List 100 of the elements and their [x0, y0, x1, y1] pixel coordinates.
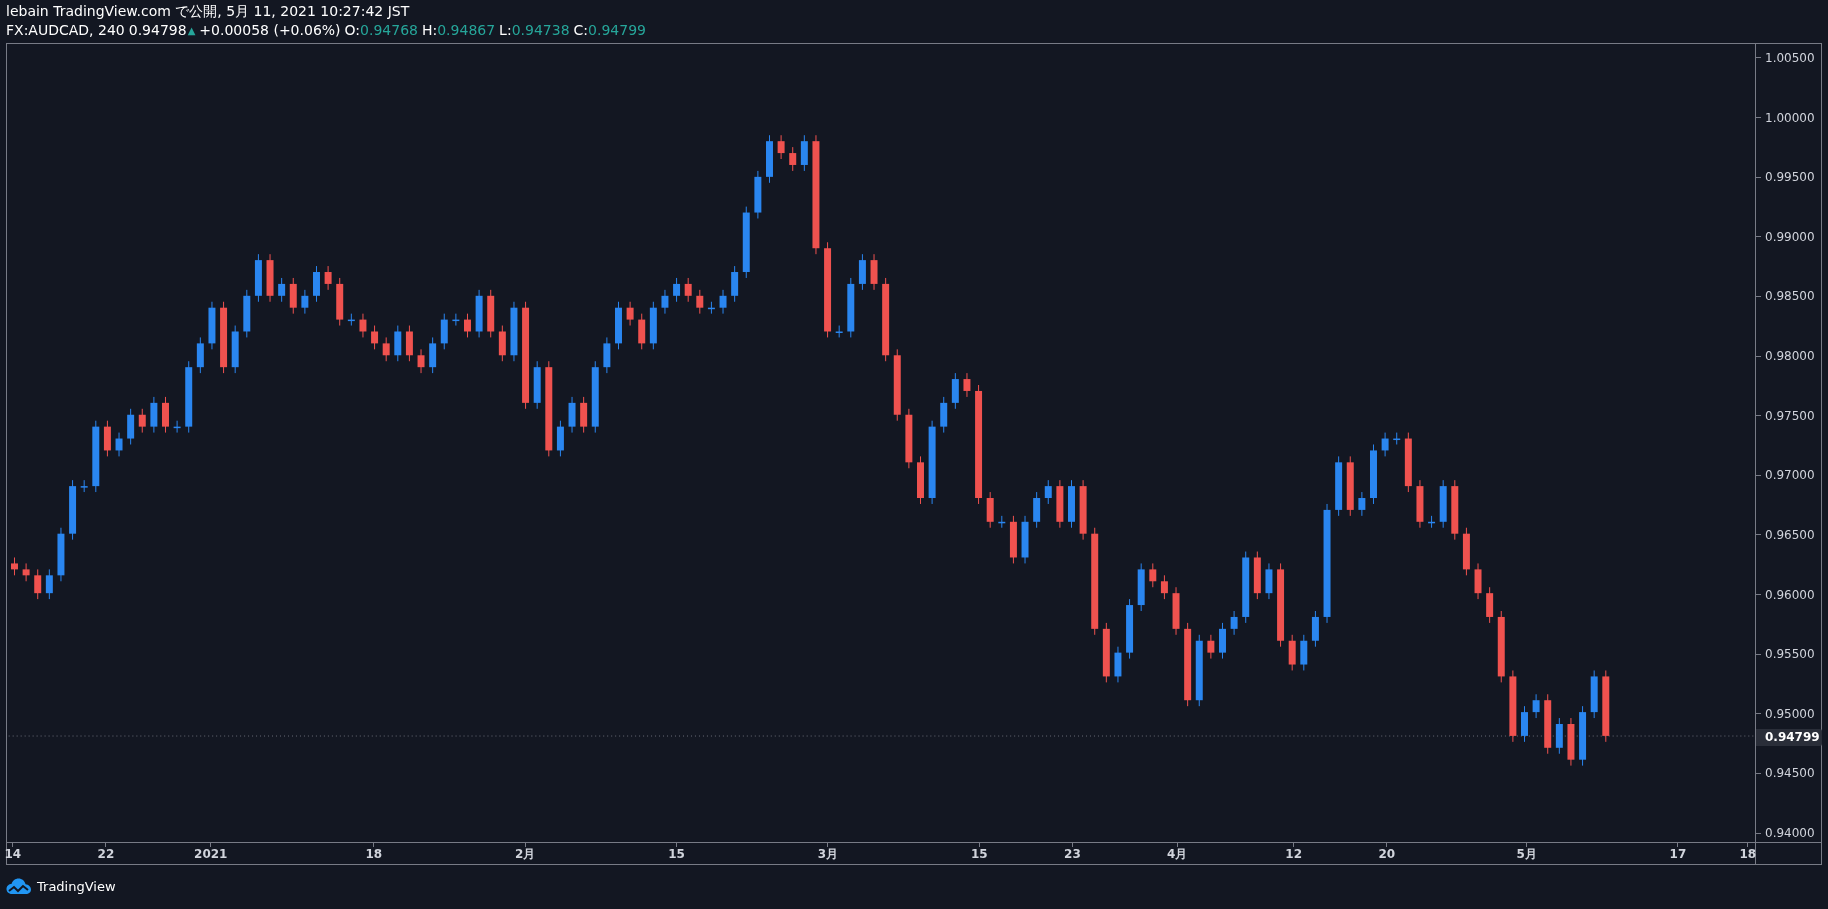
candlestick: [1544, 693, 1552, 755]
candlestick: [1137, 562, 1145, 612]
candlestick: [510, 301, 518, 362]
price-axis-label: 0.98000: [1765, 348, 1815, 365]
publish-info: lebain TradingView.com で公開, 5月 11, 2021 10:27:42 JST: [6, 2, 410, 21]
candlestick: [289, 277, 297, 315]
candlestick: [301, 289, 309, 315]
candlestick: [707, 301, 715, 315]
candlestick: [847, 277, 855, 338]
candlestick: [696, 289, 704, 315]
candlestick: [556, 420, 564, 457]
candlestick: [986, 491, 994, 529]
candlestick: [11, 557, 18, 576]
candlestick: [626, 301, 634, 327]
candlestick: [57, 527, 65, 582]
candlestick: [1358, 491, 1366, 517]
price-axis-label: 0.94500: [1765, 765, 1815, 782]
candlestick: [254, 253, 262, 303]
time-axis-label: 14: [4, 847, 22, 862]
candlestick: [1300, 634, 1308, 671]
price-axis-label: 0.96500: [1765, 526, 1815, 543]
candlestick: [1288, 634, 1296, 671]
candlestick: [731, 265, 739, 303]
time-axis-label: 2021: [194, 847, 228, 862]
time-axis-label: 15: [668, 847, 685, 862]
candlestick: [1521, 705, 1528, 743]
price-axis-label: 0.99000: [1765, 228, 1815, 245]
candlestick: [405, 325, 413, 362]
candlestick: [917, 455, 924, 505]
time-axis-label: 17: [1669, 847, 1687, 862]
candlestick: [568, 396, 576, 434]
candlestick: [1428, 515, 1436, 529]
price-axis-label: 0.98500: [1765, 288, 1815, 305]
candlestick: [22, 562, 30, 582]
candlestick: [127, 408, 135, 445]
price-axis-label: 0.96000: [1765, 586, 1815, 603]
ohlc-label: H:: [421, 21, 438, 40]
candlestick: [603, 336, 611, 374]
candlestick: [359, 313, 367, 338]
candlestick: [649, 301, 657, 350]
candlestick: [580, 396, 588, 434]
current-price-tag: 0.94799: [1756, 728, 1822, 746]
price-axis-label: 1.00500: [1765, 49, 1815, 66]
candlestick: [789, 146, 797, 172]
candlestick: [394, 325, 402, 362]
candlestick: [673, 277, 681, 303]
candlestick: [1311, 610, 1319, 648]
ohlc-value: 0.94867: [437, 21, 496, 40]
candlestick: [1439, 479, 1447, 529]
price-change: +0.00058 (+0.06%): [199, 21, 341, 40]
candlestick: [80, 479, 88, 493]
ohlc-label: C:: [573, 21, 589, 40]
candlestick: [382, 336, 390, 362]
time-axis-label: 18: [1739, 847, 1757, 862]
candlestick: [243, 289, 251, 338]
candlestick: [429, 336, 437, 374]
symbol-label: FX:AUDCAD, 240: [6, 21, 125, 40]
candlestick: [638, 313, 646, 350]
candlestick: [1207, 634, 1215, 660]
candlestick: [1044, 479, 1052, 505]
ohlc-label: L:: [499, 21, 512, 40]
candlestick: [1393, 432, 1401, 445]
change-mark: ▲: [187, 24, 196, 38]
candlestick: [1021, 515, 1029, 564]
candlestick: [1114, 646, 1122, 683]
time-axis-label: 15: [970, 847, 988, 862]
time-axis-label: 3月: [817, 847, 839, 862]
candlestick: [1102, 622, 1110, 683]
candlestick: [940, 396, 948, 434]
price-axis-label: 0.95500: [1765, 646, 1815, 663]
time-axis-label: 20: [1378, 847, 1396, 862]
candlestick: [371, 325, 379, 350]
candlestick: [777, 134, 785, 160]
candlestick: [34, 568, 42, 600]
candlestick: [1265, 562, 1273, 600]
candlestick: [1253, 551, 1261, 600]
candlestick: [905, 408, 913, 469]
candlestick: [173, 420, 181, 434]
ohlc-label: O:: [344, 21, 361, 40]
candlestick: [138, 408, 146, 434]
candlestick: [324, 265, 332, 291]
time-axis-label: 12: [1285, 847, 1303, 862]
candlestick: [1451, 479, 1459, 541]
candlestick: [231, 325, 239, 374]
candlestick: [766, 134, 773, 184]
cloud-logo-icon: [6, 878, 32, 896]
candlestick: [533, 360, 541, 410]
candlestick: [1381, 432, 1389, 457]
candlestick: [1126, 598, 1134, 660]
time-axis-label: 22: [97, 847, 115, 862]
price-axis-label: 0.97500: [1765, 407, 1815, 424]
candlestick: [951, 372, 959, 410]
candlestick: [1567, 717, 1575, 767]
candlestick: [661, 289, 669, 315]
price-axis-label: 0.97000: [1765, 467, 1815, 484]
candlestick: [1532, 693, 1540, 719]
candlestick: [347, 313, 355, 327]
candlestick: [498, 325, 506, 362]
candlestick: [1219, 622, 1226, 660]
price-axis-label: 0.95000: [1765, 705, 1815, 722]
